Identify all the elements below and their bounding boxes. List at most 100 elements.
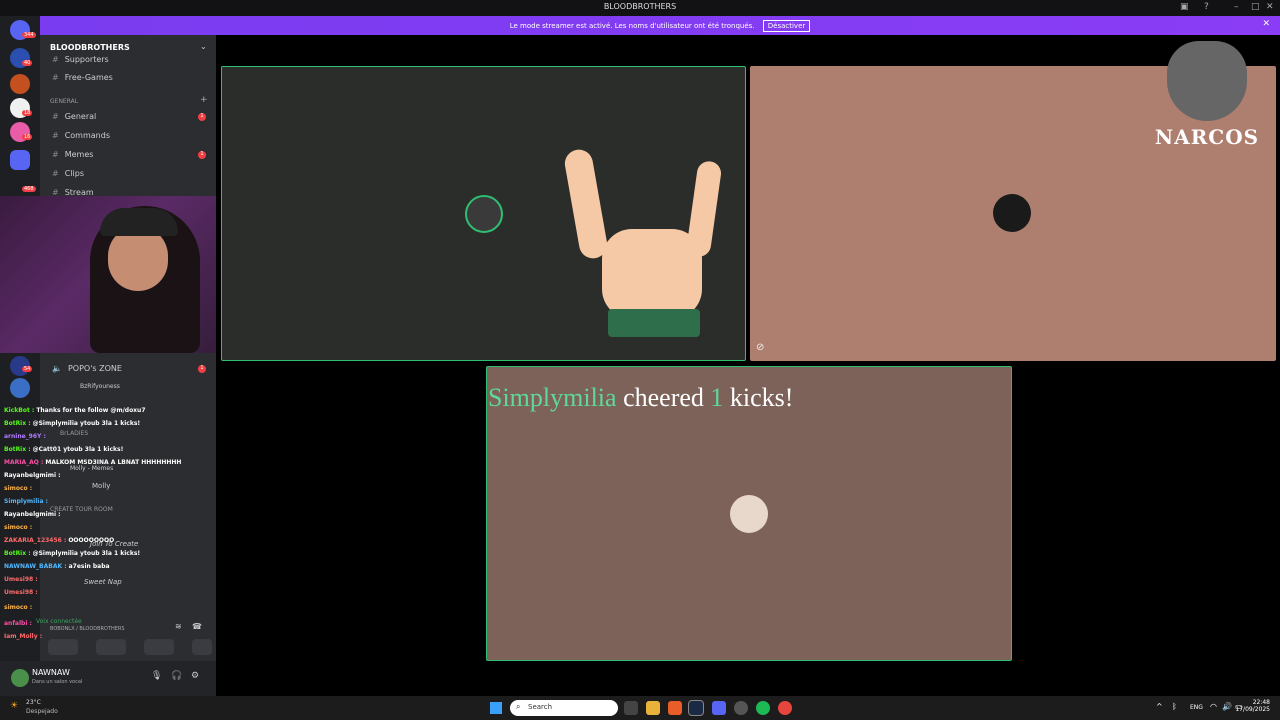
chat-user: NAWNAW_BABAK :: [4, 563, 67, 570]
chat-user: Rayanbelgmimi :: [4, 472, 61, 479]
help-icon[interactable]: ?: [1204, 2, 1209, 12]
clock-time: 22:48: [1252, 699, 1270, 706]
search-icon: ⌕: [516, 702, 521, 711]
task-view-icon[interactable]: [624, 701, 638, 715]
chat-user: anfalbi :: [4, 620, 32, 627]
chat-user: Rayanbelgmimi :: [4, 511, 61, 518]
close-window-button[interactable]: ✕: [1266, 2, 1274, 12]
spotify-icon[interactable]: [756, 701, 770, 715]
chat-user: Simplymilia :: [4, 498, 48, 505]
chat-message: @Catt01 ytoub 3la 1 kicks!: [32, 446, 124, 453]
streamer-cap: [100, 208, 178, 236]
channel-commands[interactable]: # Commands: [52, 131, 110, 140]
chat-user: KickBot :: [4, 407, 35, 414]
user-panel: NAWNAW Dans un salon vocal 🎙 🎧 ⚙: [0, 661, 216, 696]
cheer-unit: kicks!: [729, 383, 794, 412]
cheer-user: Simplymilia: [488, 383, 617, 412]
rail-badge: 468: [22, 186, 36, 192]
unread-badge: 1: [198, 365, 206, 373]
rail-badge: 40: [22, 60, 33, 66]
wifi-icon[interactable]: ◠: [1210, 702, 1217, 711]
cheer-verb: cheered: [623, 383, 704, 412]
video-tile-speaking[interactable]: [221, 66, 746, 361]
weather-temp[interactable]: 23°C: [26, 699, 41, 706]
voice-user[interactable]: BzRifyouness: [80, 383, 120, 390]
wolf-logo-icon: [1167, 41, 1247, 121]
add-channel-icon[interactable]: +: [200, 95, 208, 105]
chat-user: simoco :: [4, 604, 33, 611]
headphones-icon[interactable]: 🎧: [171, 671, 182, 681]
chat-message: a7esin baba: [68, 563, 110, 570]
search-box[interactable]: ⌕ Search: [510, 700, 618, 716]
server-folder-icon[interactable]: [10, 150, 30, 170]
rock-hand-emoji: [562, 147, 723, 339]
username[interactable]: NAWNAW: [32, 668, 70, 677]
start-button[interactable]: [490, 702, 502, 714]
cheer-alert: Simplymilia cheered 1 kicks!: [488, 383, 793, 413]
microphone-icon[interactable]: 🎙: [151, 671, 162, 681]
chevron-down-icon[interactable]: ⌄: [200, 42, 207, 51]
chrome-icon[interactable]: [778, 701, 792, 715]
chevron-up-icon[interactable]: ^: [1156, 702, 1163, 711]
weather-icon[interactable]: ☀: [10, 701, 18, 711]
user-status: Dans un salon vocal: [32, 679, 83, 685]
bluetooth-icon[interactable]: ᛒ: [1172, 702, 1177, 711]
chat-user: arnine_96Y :: [4, 433, 46, 440]
discord-icon[interactable]: [712, 701, 726, 715]
avatar[interactable]: [11, 669, 29, 687]
clock-date: 17/09/2025: [1235, 706, 1270, 713]
disable-streamer-mode-button[interactable]: Désactiver: [762, 20, 811, 32]
stream-chat-overlay: KickBot : Thanks for the follow @m/doxu7 …: [0, 405, 216, 645]
chat-message: MALKOM MSD3INA A LBNAT HHHHHHHH: [45, 459, 182, 466]
chat-message: @Simplymilia ytoub 3la 1 kicks!: [32, 550, 141, 557]
server-name[interactable]: BLOODBROTHERS: [50, 43, 130, 52]
window-titlebar: BLOODBROTHERS ▣ ? – □ ✕: [0, 0, 1280, 16]
channel-general[interactable]: # General: [52, 112, 96, 121]
unread-badge: 1: [198, 113, 206, 121]
avatar[interactable]: [993, 194, 1031, 232]
settings-app-icon[interactable]: [734, 701, 748, 715]
server-icon[interactable]: [10, 74, 30, 94]
chat-user: MARIA_AQ :: [4, 459, 44, 466]
snowflake-server-icon[interactable]: [10, 378, 30, 398]
volume-icon[interactable]: 🔊: [1222, 702, 1232, 711]
chat-message: @Simplymilia ytoub 3la 1 kicks!: [32, 420, 141, 427]
chat-user: Umesi98 :: [4, 589, 38, 596]
file-explorer-icon[interactable]: [646, 701, 660, 715]
search-placeholder: Search: [528, 703, 553, 711]
language-indicator[interactable]: ENG: [1190, 704, 1203, 711]
minimize-button[interactable]: –: [1234, 2, 1239, 12]
window-title: BLOODBROTHERS: [603, 2, 677, 11]
channel-memes[interactable]: # Memes: [52, 150, 93, 159]
close-banner-icon[interactable]: ✕: [1262, 19, 1270, 29]
camera-off-icon: ⊘: [756, 342, 765, 353]
taskbar: ☀ 23°C Despejado ⌕ Search ^ ᛒ ENG ◠ 🔊 ▭ …: [0, 696, 1280, 720]
chat-user: simoco :: [4, 524, 33, 531]
streamer-mode-banner: Le mode streamer est activé. Les noms d'…: [40, 16, 1280, 35]
chat-user: simoco :: [4, 485, 33, 492]
maximize-button[interactable]: □: [1251, 2, 1260, 12]
app-icon[interactable]: [668, 701, 682, 715]
rail-badge: 344: [22, 32, 36, 38]
gear-icon[interactable]: ⚙: [191, 671, 199, 681]
clock[interactable]: 22:48 17/09/2025: [1235, 699, 1270, 713]
category-general[interactable]: GENERAL: [50, 98, 78, 105]
avatar[interactable]: [730, 495, 768, 533]
voice-channel-popo-zone[interactable]: 🔈 POPO's ZONE: [52, 364, 122, 373]
rail-badge: 16: [22, 134, 33, 140]
inbox-icon[interactable]: ▣: [1180, 2, 1189, 12]
channel-clips[interactable]: # Clips: [52, 169, 84, 178]
steam-icon[interactable]: [688, 700, 704, 716]
chat-user: ZAKARIA_123456 :: [4, 537, 67, 544]
avatar[interactable]: [465, 195, 503, 233]
chat-message: OOOOOOOOO: [68, 537, 115, 544]
cheer-count: 1: [710, 383, 724, 412]
chat-user: Umesi98 :: [4, 576, 38, 583]
narcos-logo: NARCOS: [1152, 41, 1262, 159]
channel-supporters[interactable]: # Supporters: [52, 55, 109, 64]
voice-stage: ⊘ NARCOS Simplymilia cheered 1 kicks!: [216, 35, 1280, 696]
weather-desc: Despejado: [26, 708, 58, 715]
chat-user: Iam_Molly :: [4, 633, 43, 640]
unread-badge: 1: [198, 151, 206, 159]
channel-free-games[interactable]: # Free-Games: [52, 73, 113, 82]
